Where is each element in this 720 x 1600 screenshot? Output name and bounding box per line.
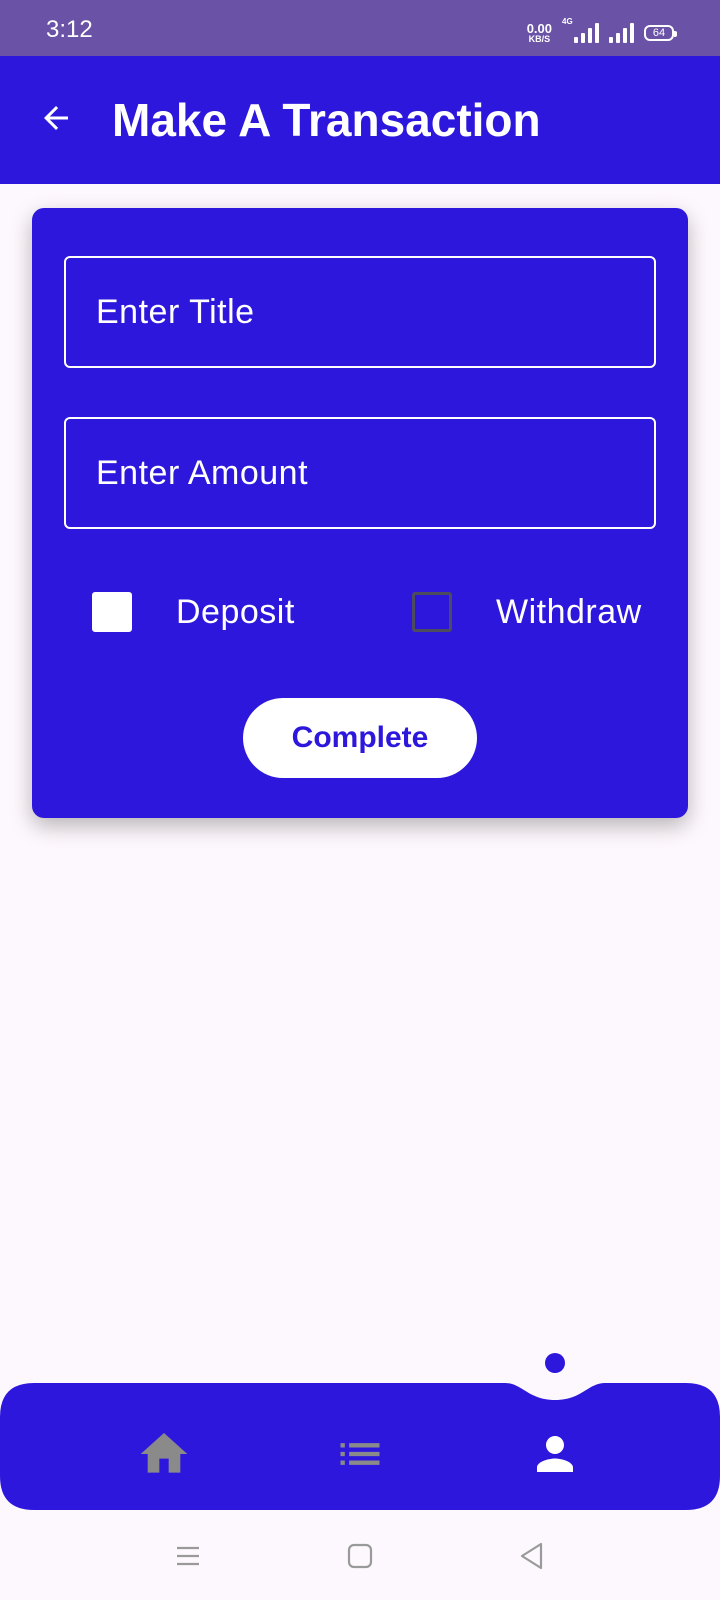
status-time: 3:12 bbox=[46, 16, 93, 43]
system-back-button[interactable] bbox=[508, 1532, 556, 1580]
network-speed: 0.00 KB/S bbox=[527, 22, 552, 44]
transaction-form-card: Deposit Withdraw Complete bbox=[32, 208, 688, 818]
system-home-button[interactable] bbox=[336, 1532, 384, 1580]
network-speed-unit: KB/S bbox=[528, 34, 551, 44]
home-icon bbox=[140, 1433, 188, 1473]
signal-4g-icon: 4G bbox=[562, 17, 599, 43]
active-indicator-dot bbox=[545, 1353, 565, 1373]
signal-icon bbox=[609, 23, 634, 43]
withdraw-checkbox[interactable] bbox=[412, 592, 452, 632]
battery-level: 64 bbox=[652, 27, 666, 39]
square-home-icon bbox=[347, 1543, 373, 1569]
arrow-left-icon bbox=[44, 106, 68, 130]
title-field[interactable] bbox=[64, 256, 656, 368]
status-indicators: 0.00 KB/S 4G 64 bbox=[527, 17, 677, 44]
network-type: 4G bbox=[562, 17, 573, 26]
back-button[interactable] bbox=[28, 90, 84, 146]
system-menu-button[interactable] bbox=[164, 1532, 212, 1580]
title-input[interactable] bbox=[66, 258, 654, 366]
complete-button[interactable]: Complete bbox=[243, 698, 477, 778]
person-icon bbox=[537, 1436, 573, 1472]
deposit-option[interactable]: Deposit bbox=[92, 588, 295, 636]
withdraw-option[interactable]: Withdraw bbox=[412, 588, 642, 636]
bottom-navigation bbox=[0, 1340, 720, 1512]
nav-list-button[interactable] bbox=[328, 1422, 392, 1486]
page-title: Make A Transaction bbox=[112, 94, 541, 146]
amount-field[interactable] bbox=[64, 417, 656, 529]
menu-icon bbox=[177, 1546, 199, 1566]
deposit-label: Deposit bbox=[176, 592, 295, 631]
system-navigation-bar bbox=[0, 1512, 720, 1600]
status-bar: 3:12 0.00 KB/S 4G 64 bbox=[0, 0, 720, 56]
app-bar: Make A Transaction bbox=[0, 56, 720, 184]
withdraw-label: Withdraw bbox=[496, 592, 642, 631]
triangle-back-icon bbox=[520, 1542, 543, 1570]
nav-profile-button[interactable] bbox=[523, 1422, 587, 1486]
nav-home-button[interactable] bbox=[132, 1422, 196, 1486]
battery-icon: 64 bbox=[644, 25, 677, 41]
deposit-checkbox[interactable] bbox=[92, 592, 132, 632]
list-icon bbox=[340, 1443, 380, 1465]
amount-input[interactable] bbox=[66, 419, 654, 527]
